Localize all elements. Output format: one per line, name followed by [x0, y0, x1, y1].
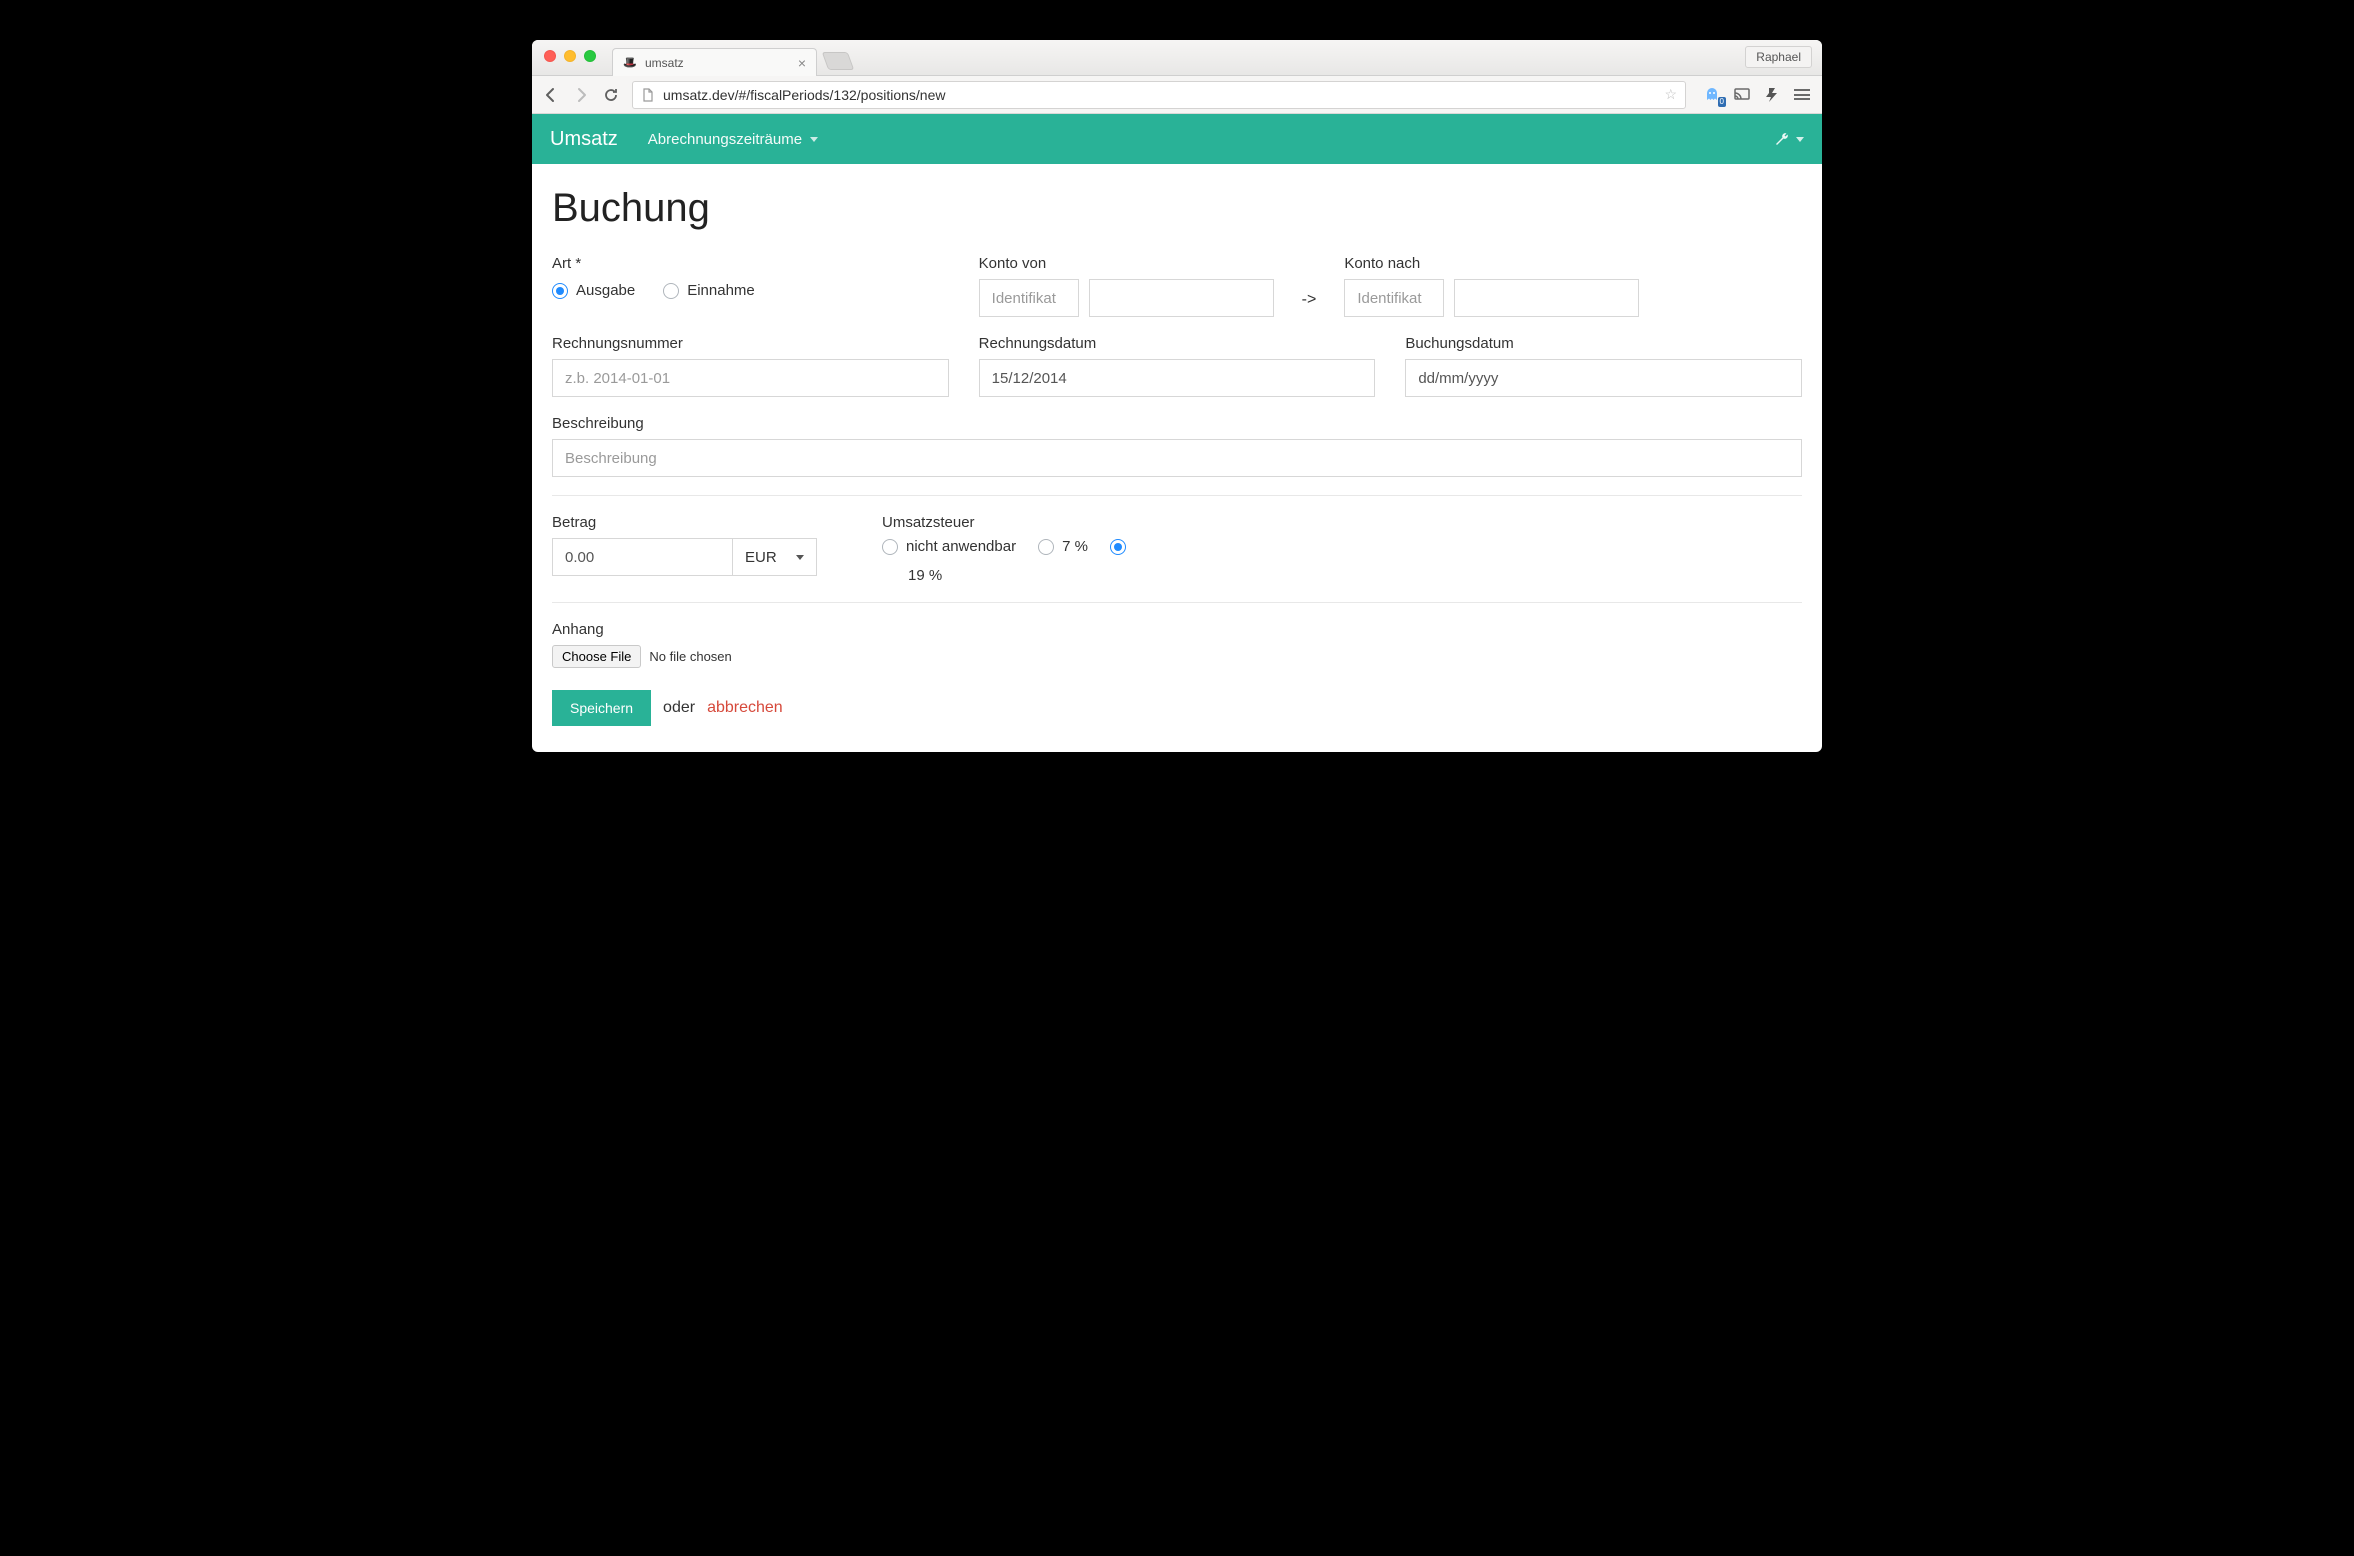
- hamburger-icon: [1794, 87, 1810, 103]
- radio-vat-na-label: nicht anwendbar: [906, 538, 1016, 555]
- radio-item-vat-7[interactable]: 7 %: [1038, 538, 1088, 555]
- label-konto-nach: Konto nach: [1344, 255, 1639, 272]
- address-bar[interactable]: umsatz.dev/#/fiscalPeriods/132/positions…: [632, 81, 1686, 109]
- arrow-between-icon: ->: [1284, 291, 1335, 317]
- radio-vat-7[interactable]: [1038, 539, 1054, 555]
- url-text: umsatz.dev/#/fiscalPeriods/132/positions…: [663, 87, 945, 103]
- label-anhang: Anhang: [552, 621, 1802, 638]
- input-konto-nach-id[interactable]: [1344, 279, 1444, 317]
- radio-vat-19[interactable]: [1110, 539, 1126, 555]
- page-title: Buchung: [552, 186, 1802, 231]
- radio-ausgabe-label: Ausgabe: [576, 282, 635, 299]
- radio-item-vat-19[interactable]: [1110, 539, 1126, 555]
- app-brand[interactable]: Umsatz: [550, 128, 618, 151]
- label-beschreibung: Beschreibung: [552, 415, 1802, 432]
- choose-file-button[interactable]: Choose File: [552, 645, 641, 668]
- radio-item-einnahme[interactable]: Einnahme: [663, 282, 755, 299]
- group-konten: Konto von -> Konto nach: [979, 255, 1802, 317]
- app-header: Umsatz Abrechnungszeiträume: [532, 114, 1822, 164]
- browser-reload-button[interactable]: [602, 87, 620, 103]
- save-button[interactable]: Speichern: [552, 690, 651, 726]
- radio-vat-19-label: 19 %: [908, 567, 1802, 584]
- currency-value: EUR: [745, 549, 777, 566]
- extensions-area: 0: [1698, 85, 1812, 105]
- new-tab-button[interactable]: [822, 52, 855, 70]
- input-beschreibung[interactable]: [552, 439, 1802, 477]
- radio-item-vat-na[interactable]: nicht anwendbar: [882, 538, 1016, 555]
- browser-profile-button[interactable]: Raphael: [1745, 46, 1812, 68]
- input-konto-von-name[interactable]: [1089, 279, 1274, 317]
- nav-periods-dropdown[interactable]: Abrechnungszeiträume: [648, 131, 818, 148]
- separator: [552, 495, 1802, 496]
- radio-einnahme[interactable]: [663, 283, 679, 299]
- file-status: No file chosen: [649, 649, 731, 664]
- label-buchungsdatum: Buchungsdatum: [1405, 335, 1802, 352]
- bookmark-star-icon[interactable]: ☆: [1664, 86, 1677, 103]
- window-maximize-button[interactable]: [584, 50, 596, 62]
- browser-window: 🎩 umsatz × Raphael umsatz.dev/#/fiscalPe…: [532, 40, 1822, 752]
- separator: [552, 602, 1802, 603]
- input-konto-nach-name[interactable]: [1454, 279, 1639, 317]
- input-buchungsdatum[interactable]: [1405, 359, 1802, 397]
- radio-ausgabe[interactable]: [552, 283, 568, 299]
- chevron-down-icon: [796, 555, 804, 560]
- radio-vat-na[interactable]: [882, 539, 898, 555]
- tampermonkey-extension-icon[interactable]: [1762, 85, 1782, 105]
- input-rechnungsdatum[interactable]: [979, 359, 1376, 397]
- radio-vat-7-label: 7 %: [1062, 538, 1088, 555]
- select-currency[interactable]: EUR: [732, 538, 817, 576]
- ghostery-badge: 0: [1718, 97, 1726, 107]
- tab-title: umsatz: [645, 56, 684, 70]
- window-close-button[interactable]: [544, 50, 556, 62]
- browser-tab-active[interactable]: 🎩 umsatz ×: [612, 48, 817, 76]
- tab-close-icon[interactable]: ×: [798, 55, 806, 71]
- label-betrag: Betrag: [552, 514, 852, 531]
- chevron-down-icon: [1796, 137, 1804, 142]
- label-konto-von: Konto von: [979, 255, 1274, 272]
- label-art: Art *: [552, 255, 949, 272]
- label-umsatzsteuer: Umsatzsteuer: [882, 514, 1802, 531]
- or-text: oder: [663, 699, 695, 717]
- window-minimize-button[interactable]: [564, 50, 576, 62]
- browser-forward-button[interactable]: [572, 87, 590, 103]
- browser-menu-button[interactable]: [1792, 85, 1812, 105]
- cancel-link[interactable]: abbrechen: [707, 699, 783, 717]
- page-content: Buchung Art * Ausgabe Einnahme: [532, 164, 1822, 752]
- window-controls: [544, 50, 596, 62]
- settings-dropdown[interactable]: [1774, 131, 1804, 147]
- group-art: Art * Ausgabe Einnahme: [552, 255, 949, 317]
- cast-extension-icon[interactable]: [1732, 85, 1752, 105]
- radio-item-ausgabe[interactable]: Ausgabe: [552, 282, 635, 299]
- input-konto-von-id[interactable]: [979, 279, 1079, 317]
- radio-einnahme-label: Einnahme: [687, 282, 755, 299]
- label-rechnungsdatum: Rechnungsdatum: [979, 335, 1376, 352]
- label-rechnungsnummer: Rechnungsnummer: [552, 335, 949, 352]
- input-betrag[interactable]: [552, 538, 732, 576]
- input-rechnungsnummer[interactable]: [552, 359, 949, 397]
- browser-toolbar: umsatz.dev/#/fiscalPeriods/132/positions…: [532, 76, 1822, 114]
- wrench-icon: [1774, 131, 1790, 147]
- tab-favicon-icon: 🎩: [623, 56, 637, 70]
- browser-back-button[interactable]: [542, 87, 560, 103]
- chevron-down-icon: [810, 137, 818, 142]
- page-icon: [641, 88, 655, 102]
- titlebar: 🎩 umsatz × Raphael: [532, 40, 1822, 76]
- browser-tabs: 🎩 umsatz ×: [612, 40, 851, 75]
- nav-periods-label: Abrechnungszeiträume: [648, 131, 802, 148]
- ghostery-extension-icon[interactable]: 0: [1702, 85, 1722, 105]
